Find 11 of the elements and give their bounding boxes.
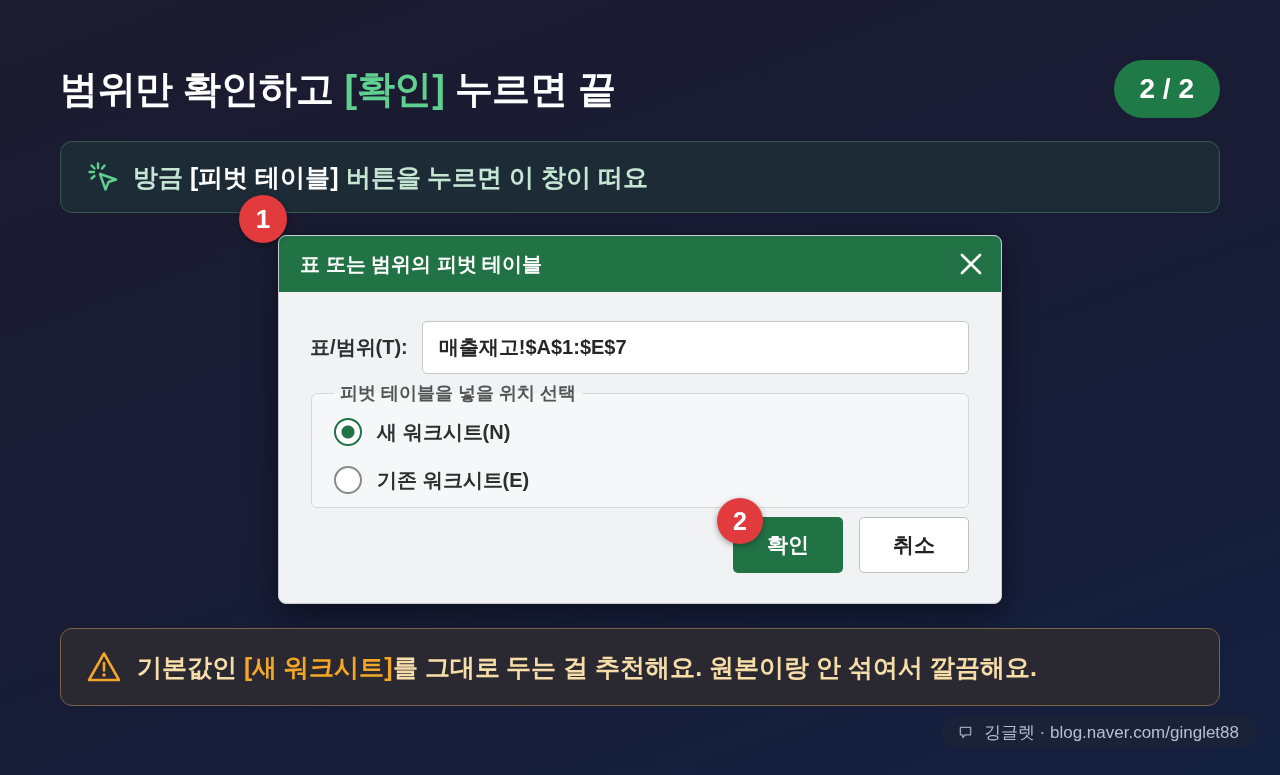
credit-text: 깅글렛 · blog.naver.com/ginglet88 [983,721,1239,744]
slide-title: 범위만 확인하고 [확인] 누르면 끝 [60,66,616,112]
dialog-title: 표 또는 범위의 피벗 테이블 [300,251,543,277]
page-indicator: 2 / 2 [1113,60,1220,118]
radio-label: 기존 워크시트(E) [377,467,530,493]
tip-text: 방금 [피벗 테이블] 버튼을 누르면 이 창이 떠요 [133,161,649,193]
range-label: 표/범위(T): [310,335,408,360]
step-marker: 1 [239,195,287,243]
warning-text: 기본값인 [새 워크시트]를 그대로 두는 걸 추천해요. 원본이랑 안 섞여서 깔끔해요. [137,651,1038,683]
group-legend: 피벗 테이블을 넣을 위치 선택 [334,381,582,405]
radio-label: 새 워크시트(N) [377,419,511,445]
